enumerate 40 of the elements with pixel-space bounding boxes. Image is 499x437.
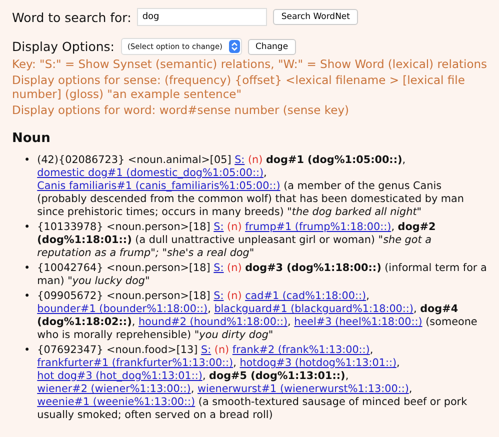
bullet-marker: • [24,154,30,168]
bullet-marker: • [24,290,30,304]
word-link[interactable]: wiener#2 (wiener%1:13:00::) [37,383,191,395]
bullet-marker: • [24,221,30,235]
key-note: Display options for sense: (frequency) {offset} <lexical filename > [lexical file number] (gloss) "an example sentence" [12,73,466,101]
bullet-marker: • [24,262,30,276]
word-link[interactable]: frump#1 (frump%1:18:00::) [245,221,392,233]
change-button[interactable]: Change [248,38,296,54]
word-link[interactable]: frankfurter#1 (frankfurter%1:13:00::) [37,357,234,369]
display-options-label: Display Options: [12,39,114,54]
word-link[interactable]: hotdog#3 (hotdog%1:13:01::) [240,357,397,369]
word-link[interactable]: bounder#1 (bounder%1:18:00::) [37,303,208,315]
search-button[interactable]: Search WordNet [273,9,358,25]
key-note: Display options for word: word#sense number (sense key) [12,103,350,117]
word-link[interactable]: S: [200,344,212,356]
word-link[interactable]: S: [234,154,245,166]
search-field[interactable]: dog [137,8,268,26]
sense-entry: (42){02086723} <noun.animal>[05] S: (n) dog#1 (dog%1:05:00::), domestic dog#1 (domestic_dog%1:05:00::), Canis familiaris#1 (canis_familiaris%1:05:00::) (a member of the genus Canis (probably descended from the common wolf) that has been domesticated by man since prehistoric times; occurs in many breeds) "the dog barked all night" [37,154,465,220]
word-link[interactable]: domestic dog#1 (domestic_dog%1:05:00::) [37,167,264,179]
sense-entry: {10133978} <noun.person>[18] S: (n) frump#1 (frump%1:18:00::), dog#2 (dog%1:18:01::) (a dull unattractive unpleasant girl or woman) "she got a reputation as a frump"; "she's a real dog" [37,221,437,261]
word-link[interactable]: S: [214,221,224,233]
word-link[interactable]: cad#1 (cad%1:18:00::) [245,290,366,302]
section-heading: Noun [12,131,52,146]
word-link[interactable]: heel#3 (heel%1:18:00::) [294,316,422,328]
key-note: Key: "S:" = Show Synset (semantic) relations, "W:" = Show Word (lexical) relations [12,57,488,71]
sense-entry: {07692347} <noun.food>[13] S: (n) frank#2 (frank%1:13:00::), frankfurter#1 (frankfurter%1:13:00::), hotdog#3 (hotdog%1:13:01::), hot dog#3 (hot_dog%1:13:01::), dog#5 (dog%1:13:01::), wiener#2 (wiener%1:13:00::), wienerwurst#1 (wienerwurst%1:13:00::), weenie#1 (weenie%1:13:00::) (a smooth-textured sausage of minced beef or pork usually smoked; often served on a bread roll) [37,344,468,423]
sense-entry: {09905672} <noun.person>[18] S: (n) cad#1 (cad%1:18:00::), bounder#1 (bounder%1:18:00::), blackguard#1 (blackguard%1:18:00::), dog#4 (dog%1:18:02::), hound#2 (hound%1:18:00::), heel#3 (heel%1:18:00::) (someone who is morally reprehensible) "you dirty dog" [37,290,478,343]
search-label: Word to search for: [12,10,132,24]
word-link[interactable]: hound#2 (hound%1:18:00::) [138,316,288,328]
bullet-marker: • [24,344,30,358]
word-link[interactable]: frank#2 (frank%1:13:00::) [232,344,370,356]
word-link[interactable]: hot dog#3 (hot_dog%1:13:01::) [37,370,202,382]
word-link[interactable]: wienerwurst#1 (wienerwurst%1:13:00::) [197,383,409,395]
word-link[interactable]: blackguard#1 (blackguard%1:18:00::) [214,303,414,315]
word-link[interactable]: weenie#1 (weenie%1:13:00::) [37,396,196,408]
word-link[interactable]: Canis familiaris#1 (canis_familiaris%1:05:00::) [37,180,280,192]
word-link[interactable]: S: [214,262,224,274]
sense-entry: {10042764} <noun.person>[18] S: (n) dog#3 (dog%1:18:00::) (informal term for a man) "you lucky dog" [37,262,488,289]
dropdown-arrows-icon [228,40,240,53]
word-link[interactable]: S: [214,290,224,302]
